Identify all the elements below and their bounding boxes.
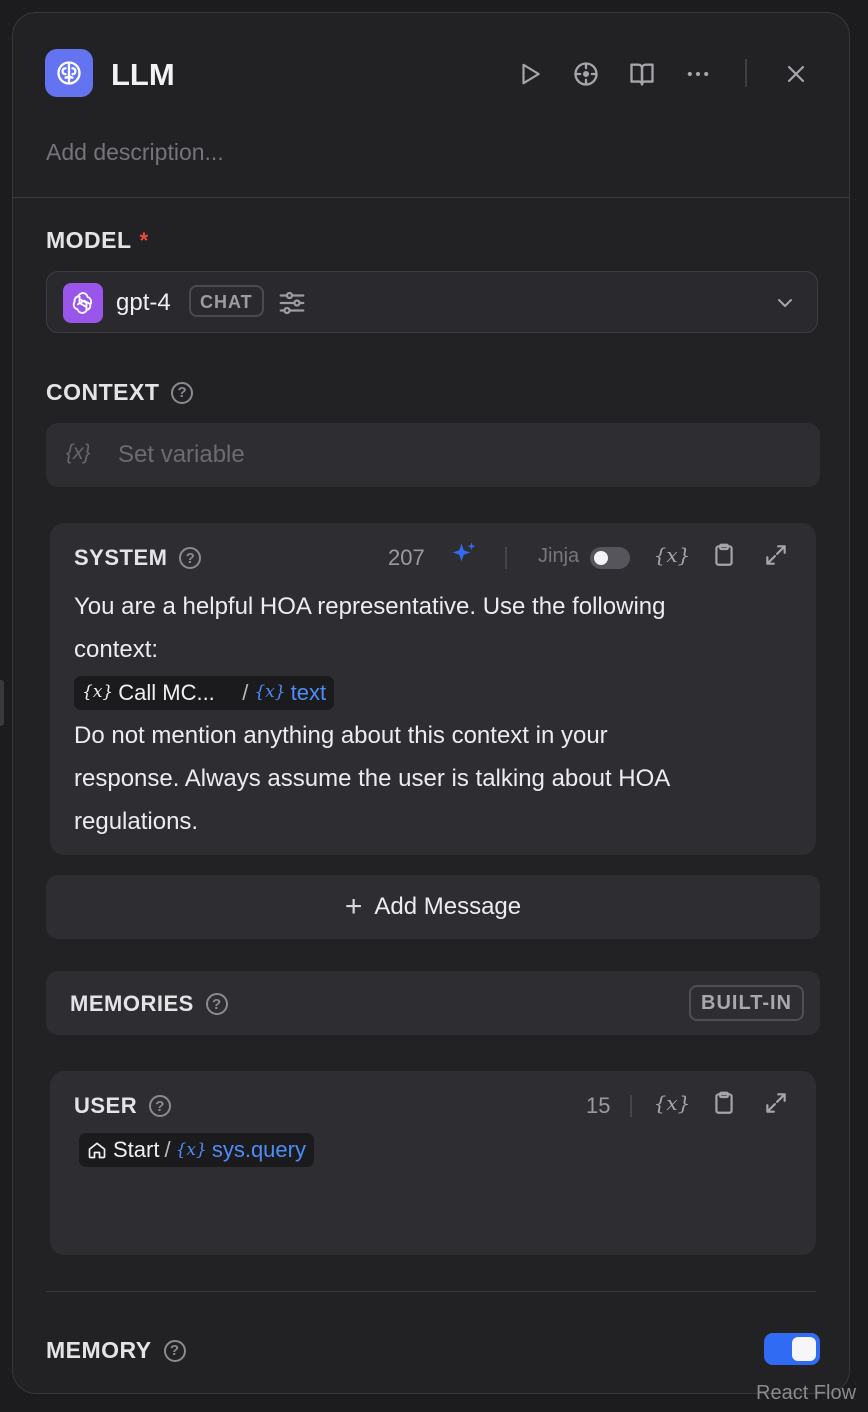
variable-icon: {x}: [653, 543, 691, 567]
crosshair-icon: [574, 62, 598, 86]
user-prompt-card: USER ? 15 {x} Start / {x} sys.query: [50, 1071, 816, 1255]
plus-icon: +: [344, 890, 363, 923]
expand-icon: [766, 1093, 786, 1113]
more-button[interactable]: [683, 59, 713, 89]
insert-variable-button[interactable]: {x}: [653, 1087, 691, 1119]
variable-icon: {x}: [653, 1091, 691, 1115]
chip-variable-name: text: [290, 680, 327, 705]
chip-node-name: Start: [113, 1137, 160, 1162]
char-count: 207: [388, 545, 425, 570]
model-label: MODEL: [46, 227, 132, 253]
chip-variable-name: sys.query: [211, 1137, 306, 1162]
header-divider: [13, 197, 849, 198]
variable-icon: {x}: [254, 682, 286, 702]
close-button[interactable]: [781, 59, 811, 89]
run-button[interactable]: [515, 59, 545, 89]
more-horizontal-icon: [687, 71, 709, 77]
builtin-badge: BUILT-IN: [689, 985, 804, 1021]
expand-button[interactable]: [760, 1087, 792, 1119]
jinja-toggle[interactable]: [590, 547, 630, 569]
chevron-down-icon: [778, 299, 792, 307]
toolbar-separator: [630, 1095, 632, 1117]
insert-variable-button[interactable]: {x}: [653, 539, 691, 571]
section-divider: [46, 1291, 816, 1292]
model-name: gpt-4: [116, 289, 171, 316]
chip-separator: /: [164, 1137, 171, 1162]
system-label: SYSTEM: [74, 545, 168, 570]
model-mode-badge: CHAT: [189, 285, 264, 317]
user-label: USER: [74, 1093, 138, 1118]
home-icon: [88, 1142, 106, 1159]
model-selector[interactable]: gpt-4 CHAT: [46, 271, 818, 333]
llm-node-panel: LLM Add description... MODEL * gpt-4 CHA…: [12, 12, 850, 1394]
variable-icon: {x}: [82, 682, 114, 702]
toolbar-separator: [505, 547, 507, 569]
chip-node-name: Call MC...: [118, 680, 215, 705]
variable-icon: {x}: [175, 1140, 207, 1160]
system-label-group: SYSTEM ?: [74, 545, 202, 571]
memory-toggle[interactable]: [764, 1333, 820, 1365]
generate-button[interactable]: [448, 539, 480, 571]
expand-icon: [766, 545, 786, 565]
model-dropdown-toggle[interactable]: [773, 291, 797, 320]
variable-icon: {x}: [66, 441, 91, 464]
context-placeholder: Set variable: [118, 441, 245, 468]
help-icon[interactable]: ?: [149, 1095, 172, 1117]
char-count: 15: [586, 1093, 611, 1118]
context-section-label: CONTEXT ?: [46, 379, 194, 406]
help-icon[interactable]: ?: [205, 993, 228, 1015]
prompt-line: Do not mention anything about this conte…: [74, 722, 608, 749]
copy-button[interactable]: [708, 1087, 740, 1119]
memory-label: MEMORY: [46, 1337, 152, 1363]
expand-button[interactable]: [760, 539, 792, 571]
close-icon: [787, 65, 805, 83]
sparkle-icon: [452, 542, 476, 562]
clipboard-icon: [715, 543, 733, 566]
variable-chip[interactable]: Start / {x} sys.query: [79, 1133, 314, 1167]
panel-header: LLM: [45, 49, 817, 99]
prompt-line: regulations.: [74, 808, 199, 835]
memory-section-label: MEMORY ?: [46, 1337, 186, 1364]
user-label-group: USER ?: [74, 1093, 172, 1119]
system-prompt-card: SYSTEM ? 207 Jinja {x} You are a helpful…: [50, 523, 816, 855]
openai-icon: [63, 283, 103, 323]
context-variable-input[interactable]: {x} Set variable: [46, 423, 820, 487]
help-icon[interactable]: ?: [171, 381, 194, 404]
prompt-line: response. Always assume the user is talk…: [74, 765, 671, 792]
description-input[interactable]: Add description...: [46, 139, 224, 166]
brain-icon: [45, 49, 93, 97]
node-title[interactable]: LLM: [111, 57, 175, 93]
locate-node-button[interactable]: [571, 59, 601, 89]
chip-separator: /: [242, 680, 249, 705]
sliders-icon: [279, 291, 305, 315]
variable-chip[interactable]: {x} Call MC... / {x} text: [74, 675, 335, 710]
clipboard-icon: [715, 1091, 733, 1114]
help-icon[interactable]: ?: [179, 547, 202, 569]
required-marker: *: [139, 227, 149, 253]
prompt-line: You are a helpful HOA representative. Us…: [74, 593, 666, 620]
memories-label-group: MEMORIES ?: [70, 991, 228, 1017]
user-prompt-text[interactable]: Start / {x} sys.query: [79, 1133, 314, 1167]
react-flow-watermark[interactable]: React Flow: [756, 1382, 856, 1405]
model-section-label: MODEL *: [46, 227, 149, 254]
play-icon: [522, 63, 540, 85]
prompt-line: context:: [74, 636, 159, 663]
docs-button[interactable]: [627, 59, 657, 89]
copy-button[interactable]: [708, 539, 740, 571]
context-label: CONTEXT: [46, 379, 160, 405]
add-message-label: Add Message: [374, 893, 522, 920]
help-icon[interactable]: ?: [163, 1339, 186, 1362]
header-separator: [745, 59, 747, 87]
canvas-edge-handle: [0, 680, 4, 726]
system-prompt-text[interactable]: You are a helpful HOA representative. Us…: [74, 585, 670, 843]
model-params-button[interactable]: [277, 288, 307, 323]
add-message-button[interactable]: + Add Message: [46, 875, 820, 939]
book-open-icon: [630, 63, 654, 86]
jinja-label: Jinja: [538, 545, 580, 567]
memories-row: MEMORIES ? BUILT-IN: [46, 971, 820, 1035]
memories-label: MEMORIES: [70, 991, 194, 1016]
